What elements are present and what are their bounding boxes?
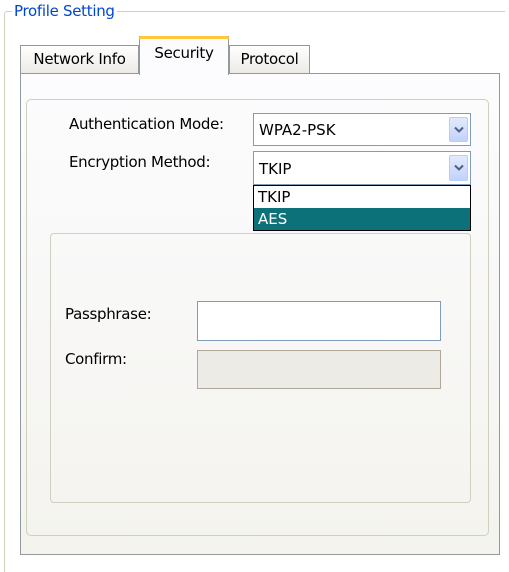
encryption-option-tkip[interactable]: TKIP [254,186,470,208]
confirm-label: Confirm: [65,350,127,368]
profile-setting-title: Profile Setting [12,1,117,21]
authentication-mode-select[interactable]: WPA2-PSK [253,113,471,146]
encryption-option-aes[interactable]: AES [254,208,470,230]
passphrase-input[interactable] [197,301,441,341]
encryption-method-dropdown-button[interactable] [449,155,468,181]
tab-security[interactable]: Security [139,36,229,75]
encryption-method-label: Encryption Method: [69,153,211,171]
confirm-input[interactable] [197,350,441,389]
tab-network-info[interactable]: Network Info [20,45,139,73]
chevron-down-icon [454,126,464,133]
authentication-mode-value: WPA2-PSK [259,121,336,139]
passphrase-label: Passphrase: [65,305,152,323]
encryption-method-select[interactable]: TKIP [253,151,471,185]
encryption-method-dropdown-list: TKIP AES [253,185,471,231]
encryption-method-value: TKIP [259,160,292,178]
authentication-mode-dropdown-button[interactable] [449,117,468,142]
authentication-mode-label: Authentication Mode: [69,115,224,133]
chevron-down-icon [454,164,464,171]
tab-protocol[interactable]: Protocol [229,45,310,73]
